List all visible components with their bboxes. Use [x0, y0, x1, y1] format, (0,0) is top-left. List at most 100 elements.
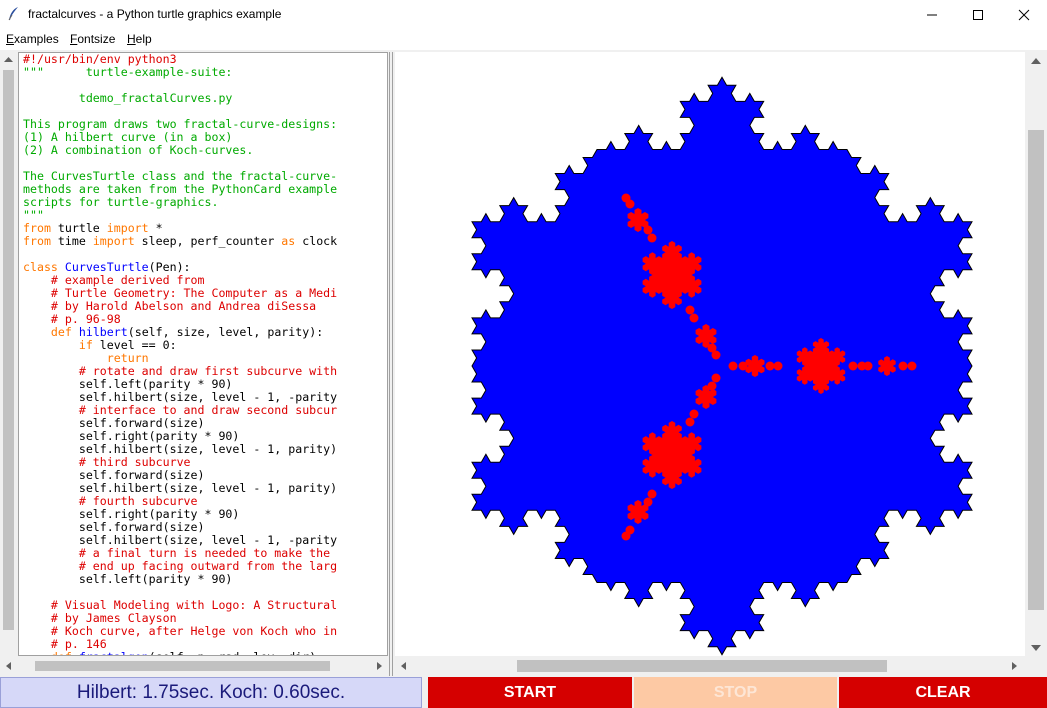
stop-button[interactable]: STOP [634, 677, 837, 708]
code-token: hilbert [78, 325, 128, 339]
code-token: # Koch curve, after Helge von Koch who i… [50, 624, 338, 638]
code-line: self.left(parity * 90) [23, 573, 387, 586]
canvas-scroll-left-icon [401, 662, 406, 670]
menu-fontsize[interactable]: Fontsize [70, 32, 115, 46]
red-bead [689, 313, 699, 323]
code-token: #!/usr/bin/env python3 [23, 52, 177, 66]
canvas-hscroll-graphics [401, 660, 1017, 672]
red-bead [907, 361, 917, 371]
code-token: """ turtle-example-suite: [23, 65, 233, 79]
red-bead [738, 361, 748, 371]
code-token: (Pen): [148, 260, 191, 274]
fractal-drawing [471, 76, 973, 656]
code-token: class [23, 260, 58, 274]
code-line: tdemo_fractalCurves.py [23, 92, 387, 105]
code-token: # p. 96-98 [50, 312, 121, 326]
code-token: tdemo_fractalCurves.py [23, 91, 233, 105]
close-button[interactable] [1001, 0, 1047, 30]
canvas-vertical-scrollbar[interactable] [1025, 52, 1047, 656]
code-token: # interface to and draw second subcur [78, 403, 338, 417]
red-bead [707, 343, 717, 353]
menu-examples[interactable]: Examples [6, 32, 59, 46]
code-token: # by Harold Abelson and Andrea diSessa [50, 299, 317, 313]
code-token: self.left(parity * 90) [23, 377, 233, 391]
code-token: fractalgon [79, 650, 149, 656]
code-vscroll-graphics [3, 57, 14, 630]
code-token: methods are taken from the PythonCard ex… [23, 182, 338, 196]
code-token: (self, size, level, parity): [127, 325, 324, 339]
canvas-vscroll-thumb [1028, 130, 1044, 610]
code-token: sleep, perf_counter [134, 234, 282, 248]
red-bead [643, 225, 653, 235]
code-vscroll-thumb [3, 70, 14, 630]
code-token: The CurvesTurtle class and the fractal-c… [23, 169, 338, 183]
red-bead [647, 489, 657, 499]
code-token: self.forward(size) [23, 520, 205, 534]
code-token: import [106, 221, 149, 235]
code-token: # fourth subcurve [78, 494, 198, 508]
red-bead [685, 417, 695, 427]
maximize-button[interactable] [955, 0, 1001, 30]
code-editor[interactable]: #!/usr/bin/env python3 """ turtle-example… [18, 52, 388, 656]
canvas-vscroll-graphics [1028, 58, 1044, 651]
code-token: # third subcurve [78, 455, 191, 469]
code-token: # Visual Modeling with Logo: A Structura… [50, 598, 338, 612]
red-bead [863, 361, 873, 371]
scroll-up-arrow-icon [4, 57, 13, 62]
code-token: # Turtle Geometry: The Computer as a Med… [50, 286, 338, 300]
minimize-button[interactable] [909, 0, 955, 30]
code-token: (self, n, rad, lev, dir): [149, 650, 324, 656]
red-bead [898, 361, 908, 371]
clear-button[interactable]: CLEAR [839, 677, 1047, 708]
code-line: scripts for turtle-graphics. [23, 196, 387, 209]
code-token: (2) A combination of Koch-curves. [23, 143, 254, 157]
code-hscroll-graphics [6, 661, 382, 671]
code-vertical-scrollbar[interactable] [0, 52, 17, 656]
scroll-right-arrow-icon [377, 662, 382, 670]
window-title: fractalcurves - a Python turtle graphics… [28, 7, 282, 21]
code-token: import [92, 234, 135, 248]
canvas-scroll-down-icon [1031, 645, 1041, 651]
code-hscroll-thumb [35, 661, 330, 671]
code-token: """ [23, 208, 44, 222]
code-token: self.forward(size) [23, 416, 205, 430]
pane-divider[interactable] [389, 52, 393, 676]
code-token: self.right(parity * 90) [23, 507, 240, 521]
canvas-scroll-up-icon [1031, 58, 1041, 64]
red-bead [621, 193, 631, 203]
red-bead [621, 531, 631, 541]
code-token: turtle [50, 221, 107, 235]
code-token: from [23, 234, 51, 248]
code-token: return [106, 351, 149, 365]
code-token: CurvesTurtle [64, 260, 149, 274]
code-token: self.hilbert(size, level - 1, parity) [23, 481, 338, 495]
code-token: self.left(parity * 90) [23, 572, 233, 586]
code-horizontal-scrollbar[interactable] [0, 657, 390, 675]
code-line: def fractalgon(self, n, rad, lev, dir): [23, 651, 387, 656]
code-token: if [78, 338, 93, 352]
code-token: # by James Clayson [50, 611, 177, 625]
code-token: level == 0: [92, 338, 177, 352]
start-button[interactable]: START [428, 677, 632, 708]
code-token: # end up facing outward from the larg [78, 559, 338, 573]
canvas-horizontal-scrollbar[interactable] [395, 657, 1025, 675]
code-token: def [50, 325, 72, 339]
code-token: This program draws two fractal-curve-des… [23, 117, 338, 131]
title-bar: fractalcurves - a Python turtle graphics… [0, 0, 1047, 30]
menu-help[interactable]: Help [127, 32, 152, 46]
red-bead [711, 373, 721, 383]
code-token: as [281, 234, 296, 248]
code-token: def [51, 650, 72, 656]
red-bead [689, 409, 699, 419]
